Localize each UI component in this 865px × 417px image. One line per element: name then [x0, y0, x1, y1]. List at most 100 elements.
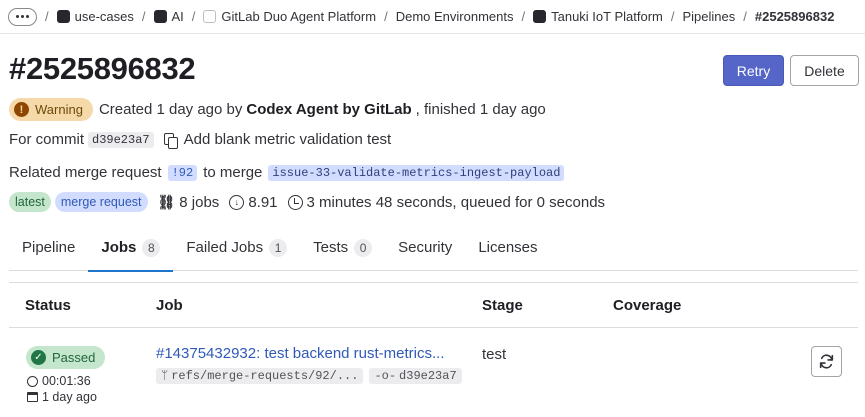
breadcrumb-item-demo-environments[interactable]: Demo Environments	[396, 9, 514, 24]
tab-pipeline[interactable]: Pipeline	[9, 224, 88, 271]
pipeline-jobs-icon: ⛓	[157, 193, 176, 210]
job-finished: 1 day ago	[27, 390, 97, 404]
group-avatar-icon	[153, 10, 167, 23]
merge-request-row: Related merge request !92 to merge issue…	[9, 164, 565, 181]
tab-label: Licenses	[478, 239, 538, 256]
pipeline-score: ↓ 8.91	[229, 193, 278, 211]
group-avatar-icon	[56, 10, 70, 23]
latest-badge: latest	[9, 192, 51, 212]
breadcrumb-label[interactable]: Tanuki IoT Platform	[551, 9, 663, 24]
breadcrumb-label[interactable]: Demo Environments	[396, 9, 514, 24]
breadcrumb-separator: /	[670, 9, 675, 24]
tab-label: Jobs	[101, 239, 137, 256]
pipeline-status-row: ! Warning Created 1 day ago by Codex Age…	[9, 98, 546, 121]
group-avatar-icon	[203, 10, 217, 23]
breadcrumb-item-pipelines[interactable]: Pipelines	[683, 9, 736, 24]
breadcrumb-more-button[interactable]	[8, 7, 37, 26]
column-header-job: Job	[156, 297, 183, 314]
breadcrumb-separator: /	[521, 9, 526, 24]
job-finished-label: 1 day ago	[42, 390, 97, 404]
retry-button[interactable]: Retry	[723, 55, 784, 86]
job-commit-label: d39e23a7	[399, 369, 457, 383]
pipeline-duration-label: 3 minutes 48 seconds, queued for 0 secon…	[306, 193, 606, 211]
job-status-label: Passed	[52, 350, 96, 365]
commit-icon: -o-	[374, 369, 397, 383]
breadcrumb-separator: /	[45, 9, 49, 24]
breadcrumb-separator: /	[141, 9, 146, 24]
column-header-coverage: Coverage	[613, 297, 682, 314]
tab-failed-jobs[interactable]: Failed Jobs 1	[173, 224, 300, 271]
job-ref-label: refs/merge-requests/92/...	[171, 369, 359, 383]
download-icon: ↓	[229, 194, 245, 210]
status-badge[interactable]: ! Warning	[9, 98, 93, 121]
branch-icon: ᛘ	[161, 369, 169, 383]
job-stage: test	[482, 346, 507, 363]
tab-label: Tests	[313, 239, 349, 256]
column-header-stage: Stage	[482, 297, 523, 314]
tab-label: Security	[398, 239, 453, 256]
job-ref-chip[interactable]: ᛘ refs/merge-requests/92/...	[156, 368, 364, 384]
source-branch-link[interactable]: issue-33-validate-metrics-ingest-payload	[268, 164, 565, 181]
mr-to-text: to merge	[203, 164, 263, 181]
breadcrumb: / use-cases / AI / GitLab Duo Agent Plat…	[0, 0, 865, 34]
pipeline-score-label: 8.91	[248, 193, 278, 211]
tab-licenses[interactable]: Licenses	[465, 224, 550, 271]
project-avatar-icon	[533, 10, 547, 23]
column-header-status: Status	[25, 297, 71, 314]
pipeline-meta-row: latest merge request ⛓ 8 jobs ↓ 8.91 3 m…	[9, 192, 605, 212]
tab-tests[interactable]: Tests 0	[300, 224, 385, 271]
job-ref-chips: ᛘ refs/merge-requests/92/... -o-d39e23a7	[156, 368, 462, 384]
status-badge-label: Warning	[35, 102, 83, 117]
commit-title-link[interactable]: Add blank metric validation test	[184, 131, 392, 148]
jobs-count-label: 8 jobs	[179, 193, 220, 211]
retry-icon	[819, 354, 834, 369]
job-duration: 00:01:36	[27, 374, 91, 388]
tab-security[interactable]: Security	[385, 224, 465, 271]
timer-icon	[27, 375, 38, 387]
job-commit-chip[interactable]: -o-d39e23a7	[369, 368, 462, 384]
breadcrumb-item-use-cases[interactable]: use-cases	[56, 9, 134, 24]
merge-request-badge: merge request	[54, 192, 148, 212]
tab-count-badge: 8	[142, 238, 161, 257]
pipeline-tabs: Pipeline Jobs 8 Failed Jobs 1 Tests 0 Secur…	[9, 224, 858, 272]
breadcrumb-current: #2525896832	[754, 9, 835, 24]
tab-label: Pipeline	[22, 239, 76, 256]
commit-sha-link[interactable]: d39e23a7	[88, 131, 154, 148]
finished-text: , finished 1 day ago	[415, 101, 546, 118]
job-link[interactable]: #14375432932: test backend rust-metrics.…	[156, 345, 445, 362]
breadcrumb-item-tanuki-iot[interactable]: Tanuki IoT Platform	[533, 9, 663, 24]
tab-count-badge: 0	[354, 238, 373, 257]
tab-jobs[interactable]: Jobs 8	[88, 224, 174, 272]
check-circle-icon: ✓	[31, 350, 46, 365]
commit-prefix: For commit	[9, 131, 84, 148]
created-text: Created 1 day ago by	[98, 101, 243, 118]
breadcrumb-label[interactable]: Pipelines	[683, 9, 736, 24]
tab-label: Failed Jobs	[186, 239, 264, 256]
page-title: #2525896832	[9, 51, 196, 86]
breadcrumb-separator: /	[191, 9, 196, 24]
breadcrumb-item-duo-agent-platform[interactable]: GitLab Duo Agent Platform	[203, 9, 376, 24]
warning-icon: !	[14, 102, 29, 117]
jobs-count: ⛓ 8 jobs	[158, 194, 220, 211]
job-duration-label: 00:01:36	[42, 374, 91, 388]
delete-button[interactable]: Delete	[790, 55, 859, 86]
breadcrumb-separator: /	[743, 9, 747, 24]
commit-row: For commit d39e23a7 Add blank metric val…	[9, 131, 392, 149]
job-status-badge[interactable]: ✓ Passed	[26, 346, 106, 369]
merge-request-link[interactable]: !92	[167, 164, 198, 181]
jobs-table-header: Status Job Stage Coverage	[9, 282, 858, 328]
pipeline-duration: 3 minutes 48 seconds, queued for 0 secon…	[287, 193, 606, 211]
breadcrumb-separator: /	[384, 9, 388, 24]
calendar-icon	[27, 392, 38, 402]
author-link[interactable]: Codex Agent by GitLab	[246, 101, 411, 118]
breadcrumb-item-ai[interactable]: AI	[153, 9, 184, 24]
copy-icon[interactable]	[162, 132, 178, 149]
clock-icon	[287, 194, 303, 210]
mr-prefix: Related merge request	[9, 164, 162, 181]
breadcrumb-label[interactable]: GitLab Duo Agent Platform	[221, 9, 376, 24]
table-row: ✓ Passed 00:01:36 1 day ago #14375432932…	[9, 329, 858, 417]
breadcrumb-label[interactable]: use-cases	[75, 9, 134, 24]
retry-job-button[interactable]	[811, 346, 842, 377]
tab-count-badge: 1	[269, 238, 288, 257]
breadcrumb-label[interactable]: AI	[172, 9, 184, 24]
